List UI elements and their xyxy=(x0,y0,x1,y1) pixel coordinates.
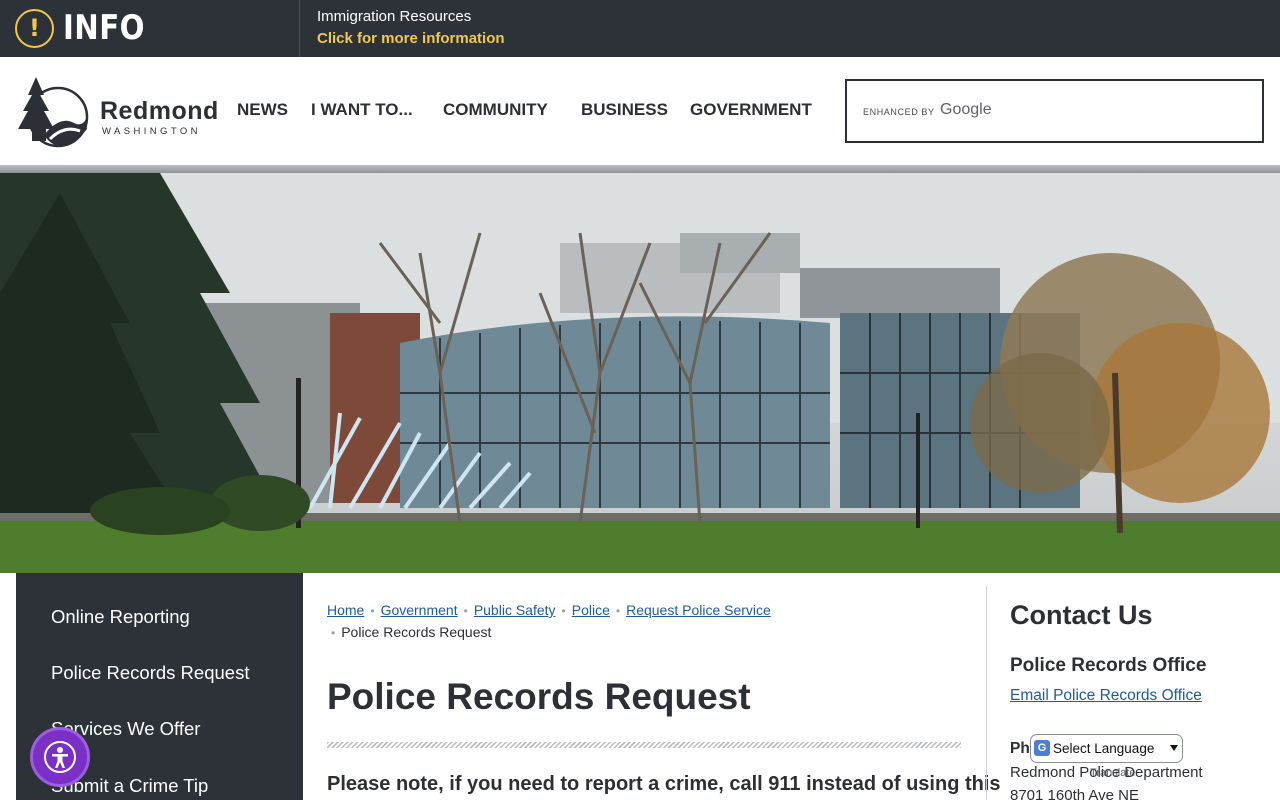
accessibility-menu-button[interactable] xyxy=(30,727,90,787)
side-nav-online-reporting[interactable]: Online Reporting xyxy=(51,606,190,628)
accessibility-person-icon xyxy=(44,741,76,773)
contact-us-heading: Contact Us xyxy=(1010,600,1153,630)
select-language-label: Select Language xyxy=(1053,741,1155,756)
contact-column-divider xyxy=(986,586,987,800)
alert-label-block: ! INFO xyxy=(0,0,300,57)
breadcrumb-separator: • xyxy=(615,604,621,618)
search-input[interactable]: ENHANCED BY Google xyxy=(845,79,1264,143)
redmond-logo[interactable]: Redmond WASHINGTON xyxy=(16,73,219,149)
tree-mountain-logo-icon xyxy=(18,77,89,148)
page-notice-text: Please note, if you need to report a cri… xyxy=(327,773,1001,795)
alert-more-info-link[interactable]: Click for more information xyxy=(317,30,505,47)
contact-office-name: Police Records Office xyxy=(1010,655,1207,676)
alert-headline: Immigration Resources xyxy=(317,8,472,25)
contact-email-link[interactable]: Email Police Records Office xyxy=(1010,687,1202,705)
breadcrumb-separator: • xyxy=(463,604,468,618)
chevron-down-icon xyxy=(1170,745,1178,751)
nav-business[interactable]: BUSINESS xyxy=(581,100,668,120)
contact-phone-label: Ph xyxy=(1010,740,1030,757)
title-divider xyxy=(327,742,961,748)
translate-powered-label: Translate xyxy=(1090,767,1136,779)
nav-news[interactable]: NEWS xyxy=(237,100,288,120)
logo-subtitle: WASHINGTON xyxy=(102,126,201,137)
breadcrumb-current: Police Records Request xyxy=(341,624,492,640)
search-enhanced-label: ENHANCED BY xyxy=(863,107,935,117)
logo-name: Redmond xyxy=(100,97,219,125)
nav-community[interactable]: COMMUNITY xyxy=(443,100,548,120)
google-logo-text: Google xyxy=(940,101,992,118)
alert-title: INFO xyxy=(63,8,145,48)
nav-i-want-to[interactable]: I WANT TO... xyxy=(311,100,413,120)
breadcrumb-police[interactable]: Police xyxy=(572,602,610,618)
alert-bar: ! INFO Immigration Resources Click for m… xyxy=(0,0,1280,57)
breadcrumb-separator: • xyxy=(561,604,566,618)
exclamation-circle-icon: ! xyxy=(15,9,54,48)
site-header: Redmond WASHINGTON NEWS I WANT TO... COM… xyxy=(0,57,1280,165)
breadcrumb-home[interactable]: Home xyxy=(327,602,364,618)
breadcrumb-government[interactable]: Government xyxy=(381,602,458,618)
header-divider xyxy=(0,165,1280,173)
nav-government[interactable]: GOVERNMENT xyxy=(690,100,812,120)
contact-address: 8701 160th Ave NE xyxy=(1010,787,1139,800)
side-nav-police-records-request[interactable]: Police Records Request xyxy=(51,662,249,684)
page-title: Police Records Request xyxy=(327,676,751,717)
breadcrumb: Home • Government • Public Safety • Police • Req… xyxy=(327,600,967,644)
city-hall-photo xyxy=(0,173,1280,573)
google-translate-icon: G xyxy=(1034,740,1050,756)
breadcrumb-request-police-service[interactable]: Request Police Service xyxy=(626,602,771,618)
breadcrumb-public-safety[interactable]: Public Safety xyxy=(474,602,556,618)
hero-image-city-hall xyxy=(0,173,1280,573)
breadcrumb-separator: • xyxy=(370,604,375,618)
breadcrumb-separator: • xyxy=(331,626,336,640)
select-language-dropdown[interactable]: G Select Language xyxy=(1030,734,1183,763)
